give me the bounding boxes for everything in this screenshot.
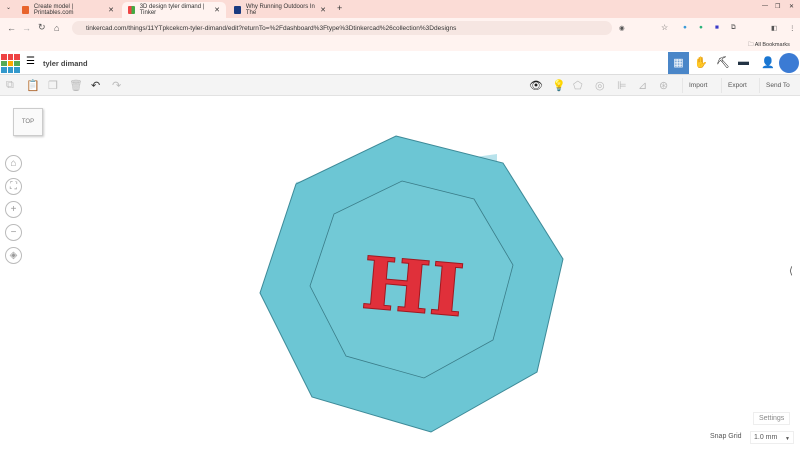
star-icon[interactable]: ☆ (661, 23, 668, 32)
3d-view-button[interactable]: ▦ (668, 52, 689, 74)
close-tab-icon[interactable]: ✕ (108, 6, 114, 14)
snap-grid-label: Snap Grid (710, 433, 742, 440)
show-all-icon[interactable]: 👁 (529, 79, 543, 92)
duplicate-icon[interactable]: ❐ (48, 79, 58, 92)
dropdown-icon: ▼ (785, 436, 790, 442)
sim-lab-icon[interactable]: ✋ (694, 56, 708, 69)
tab-title: Why Running Outdoors In The (245, 4, 315, 16)
edit-toolbar: ⧉ 📋 ❐ 🗑 ↶ ↷ 👁 💡 ⬠ ◎ ⊫ ⊿ ⊛ Import Export … (0, 75, 800, 96)
folder-icon: 🗀 (748, 42, 754, 48)
menu-icon[interactable]: ⋮ (789, 24, 796, 32)
blocks-icon[interactable]: ⛏ (716, 56, 730, 69)
close-window-icon[interactable]: ✕ (789, 3, 794, 10)
all-bookmarks[interactable]: 🗀 All Bookmarks (748, 41, 790, 50)
tab-tinkercad[interactable]: 3D design tyler dimand | Tinker ✕ (122, 2, 226, 18)
restore-icon[interactable]: ❐ (775, 3, 780, 10)
forward-icon[interactable]: → (22, 23, 31, 33)
all-bookmarks-label: All Bookmarks (754, 42, 790, 48)
new-tab-button[interactable]: + (337, 3, 342, 13)
tab-printables[interactable]: Create model | Printables.com ✕ (16, 2, 120, 18)
bricks-icon[interactable]: ▬ (738, 56, 749, 68)
mirror-icon[interactable]: ⊿ (638, 79, 647, 92)
cruise-icon[interactable]: ⊛ (659, 79, 668, 92)
tab-title: Create model | Printables.com (33, 4, 74, 16)
settings-label: Settings (759, 415, 785, 422)
tinkercad-favicon-icon (128, 6, 135, 14)
tab-running[interactable]: Why Running Outdoors In The ✕ (228, 2, 332, 18)
url-text: tinkercad.com/things/11YTpkcekcm-tyler-d… (86, 24, 457, 32)
close-tab-icon[interactable]: ✕ (320, 6, 326, 14)
location-icon[interactable]: ◉ (619, 24, 625, 32)
redo-icon[interactable]: ↷ (112, 79, 121, 92)
delete-icon[interactable]: 🗑 (69, 79, 83, 92)
puzzle-icon[interactable]: ⧉ (731, 24, 736, 32)
design-name[interactable]: tyler dimand (43, 59, 88, 68)
import-button[interactable]: Import (682, 78, 713, 93)
collapse-panel-icon[interactable]: ⟨ (789, 266, 793, 277)
minimize-icon[interactable]: — (762, 3, 768, 9)
tinkercad-logo[interactable] (1, 54, 20, 73)
home-icon[interactable]: ⌂ (54, 23, 59, 33)
tab-bar: ⌄ Create model | Printables.com ✕ 3D desi… (0, 0, 800, 18)
address-bar-row: ← → ↻ ⌂ tinkercad.com/things/11YTpkcekcm… (0, 18, 800, 37)
copy-icon[interactable]: ⧉ (6, 79, 14, 92)
bookmarks-bar: 🗀 All Bookmarks (0, 37, 800, 51)
group-icon[interactable]: ⬠ (573, 79, 583, 92)
hi-text-shape[interactable]: HI (358, 239, 468, 334)
scene: HI (259, 135, 564, 433)
extension-icon[interactable]: ■ (715, 24, 719, 31)
undo-icon[interactable]: ↶ (91, 79, 100, 92)
settings-button[interactable]: Settings (753, 412, 791, 425)
app-header: ☰ tyler dimand ▦ ✋ ⛏ ▬ 👤 (0, 51, 800, 75)
news-favicon-icon (234, 6, 241, 14)
printables-favicon-icon (22, 6, 29, 14)
snap-grid-value: 1.0 mm (754, 434, 778, 441)
send-to-button[interactable]: Send To (759, 78, 796, 93)
snap-grid-select[interactable]: 1.0 mm ▼ (750, 431, 794, 444)
back-icon[interactable]: ← (7, 23, 16, 33)
tab-title: 3D design tyler dimand | Tinker (139, 4, 205, 16)
tab-list-chevron-icon[interactable]: ⌄ (6, 4, 11, 11)
url-input[interactable]: tinkercad.com/things/11YTpkcekcm-tyler-d… (72, 21, 612, 35)
design-list-icon[interactable]: ☰ (26, 56, 35, 67)
export-button[interactable]: Export (721, 78, 753, 93)
extension-icon[interactable]: ● (683, 24, 687, 31)
align-icon[interactable]: ⊫ (617, 79, 627, 92)
reload-icon[interactable]: ↻ (38, 22, 46, 33)
close-tab-icon[interactable]: ✕ (214, 6, 220, 14)
side-panel-icon[interactable]: ◧ (771, 24, 777, 32)
paste-icon[interactable]: 📋 (26, 79, 40, 92)
extension-icon[interactable]: ● (699, 24, 703, 31)
user-add-icon[interactable]: 👤 (761, 56, 775, 69)
workplane-canvas[interactable]: TOP ⌂ ⛶ + − ◈ HI ⟨ Settings Snap Grid 1.… (0, 96, 800, 450)
avatar[interactable] (779, 53, 799, 73)
ungroup-icon[interactable]: ◎ (595, 79, 605, 92)
light-icon[interactable]: 💡 (552, 79, 566, 92)
